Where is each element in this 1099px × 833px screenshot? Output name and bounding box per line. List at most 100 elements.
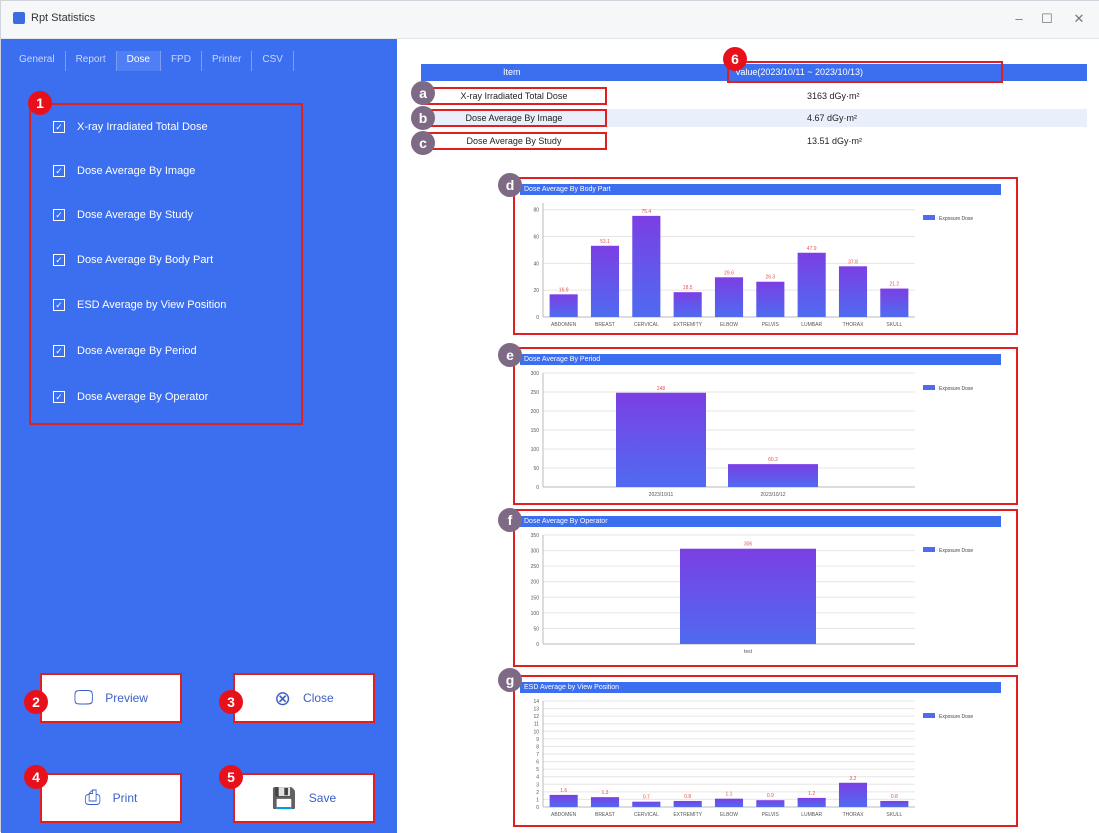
legend-swatch (923, 547, 935, 552)
callout-badge-4: 4 (24, 765, 48, 789)
x-tick-label: SKULL (886, 322, 902, 328)
preview-button[interactable]: 🖵 Preview (40, 673, 182, 723)
y-tick-label: 3 (536, 782, 539, 788)
minimize-button[interactable]: – (1009, 10, 1029, 28)
y-tick-label: 14 (533, 699, 539, 705)
checkbox-checked-icon[interactable]: ✓ (53, 254, 65, 266)
monitor-icon: 🖵 (74, 686, 94, 709)
data-label: 1.1 (726, 792, 733, 798)
x-tick-label: BREAST (595, 322, 615, 328)
app-icon (13, 12, 25, 24)
y-tick-label: 20 (533, 288, 539, 294)
option-label: Dose Average By Period (77, 345, 197, 357)
tab-general[interactable]: General (9, 51, 66, 71)
option-label: ESD Average by View Position (77, 299, 227, 311)
row-label: Dose Average By Image (421, 109, 607, 127)
data-label: 0.8 (891, 794, 898, 800)
bar (797, 252, 826, 317)
bar (673, 292, 702, 317)
callout-badge-3: 3 (219, 690, 243, 714)
data-label: 0.7 (643, 795, 650, 801)
y-tick-label: 150 (531, 595, 540, 601)
value-header-highlight (727, 61, 1003, 83)
print-button[interactable]: ⎙ Print (40, 773, 182, 823)
bar (616, 392, 706, 487)
tab-report[interactable]: Report (66, 51, 117, 71)
data-label: 21.2 (889, 282, 899, 288)
data-label: 75.4 (641, 209, 651, 215)
option-dose-by-study[interactable]: ✓ Dose Average By Study (53, 209, 193, 221)
callout-badge-1: 1 (28, 91, 52, 115)
y-tick-label: 0 (536, 642, 539, 648)
data-label: 29.6 (724, 270, 734, 276)
y-tick-label: 0 (536, 805, 539, 811)
y-tick-label: 40 (533, 261, 539, 267)
y-tick-label: 250 (531, 390, 540, 396)
floppy-disk-icon: 💾 (271, 787, 297, 810)
callout-badge-f: f (498, 508, 522, 532)
bar (680, 548, 816, 644)
tab-printer[interactable]: Printer (202, 51, 253, 71)
bar (590, 245, 620, 317)
bar (880, 800, 909, 807)
callout-badge-d: d (498, 173, 522, 197)
x-tick-label: CERVICAL (634, 812, 659, 818)
option-dose-by-operator[interactable]: ✓ Dose Average By Operator (53, 391, 208, 403)
option-label: Dose Average By Study (77, 209, 193, 221)
y-tick-label: 200 (531, 580, 540, 586)
x-tick-label: ABDOMEN (551, 812, 577, 818)
save-label: Save (308, 791, 337, 805)
option-total-dose[interactable]: ✓ X-ray Irradiated Total Dose (53, 121, 208, 133)
legend-swatch (923, 385, 935, 390)
legend-swatch (923, 215, 935, 220)
chart-dose-by-period: Dose Average By Period 0 50 100 150 200 250 30… (513, 347, 1018, 505)
data-label: 16.9 (559, 287, 569, 293)
bar (880, 288, 909, 317)
checkbox-checked-icon[interactable]: ✓ (53, 299, 65, 311)
close-button[interactable]: ⊗ Close (233, 673, 375, 723)
tab-fpd[interactable]: FPD (161, 51, 202, 71)
y-tick-label: 5 (536, 767, 539, 773)
callout-badge-g: g (498, 668, 522, 692)
y-tick-label: 6 (536, 760, 539, 766)
bar (838, 782, 868, 807)
application-window: Rpt Statistics – ☐ ✕ General Report Dose… (0, 0, 1099, 833)
legend-label: Exposure Dose (939, 216, 973, 222)
x-tick-label: LUMBAR (801, 812, 822, 818)
chart-svg: 0 50 100 150 200 250 300 350 306 test Exposure Dos… (531, 533, 974, 655)
tab-dose[interactable]: Dose (116, 51, 161, 71)
checkbox-checked-icon[interactable]: ✓ (53, 209, 65, 221)
checkbox-checked-icon[interactable]: ✓ (53, 345, 65, 357)
option-dose-by-period[interactable]: ✓ Dose Average By Period (53, 345, 197, 357)
data-label: 248 (657, 386, 666, 392)
option-dose-by-body-part[interactable]: ✓ Dose Average By Body Part (53, 254, 213, 266)
option-esd-by-view-position[interactable]: ✓ ESD Average by View Position (53, 299, 226, 311)
checkbox-checked-icon[interactable]: ✓ (53, 121, 65, 133)
chart-svg: 0 50 100 150 200 250 300 248 2023/10/11 60.2 2023/… (531, 371, 974, 498)
bar (632, 215, 661, 317)
x-tick-label: ELBOW (720, 322, 738, 328)
row-label: Dose Average By Study (421, 132, 607, 150)
y-tick-label: 250 (531, 564, 540, 570)
data-label: 26.3 (765, 275, 775, 281)
option-label: X-ray Irradiated Total Dose (77, 121, 208, 133)
checkbox-checked-icon[interactable]: ✓ (53, 165, 65, 177)
close-window-button[interactable]: ✕ (1069, 10, 1089, 28)
checkbox-checked-icon[interactable]: ✓ (53, 391, 65, 403)
y-tick-label: 9 (536, 737, 539, 743)
x-tick-label: LUMBAR (801, 322, 822, 328)
data-label: 0.9 (767, 793, 774, 799)
chart-dose-by-body-part: Dose Average By Body Part 0 20 40 60 80 16.9 A… (513, 177, 1018, 335)
save-button[interactable]: 💾 Save (233, 773, 375, 823)
row-value: 13.51 dGy·m² (807, 136, 863, 146)
bar (714, 798, 744, 807)
callout-badge-a: a (411, 81, 435, 105)
bar (838, 266, 868, 317)
x-tick-label: PELVIS (762, 322, 780, 328)
data-label: 0.8 (684, 794, 691, 800)
data-label: 53.1 (600, 239, 610, 245)
tab-csv[interactable]: CSV (252, 51, 294, 71)
option-dose-by-image[interactable]: ✓ Dose Average By Image (53, 165, 195, 177)
x-tick-label: BREAST (595, 812, 615, 818)
maximize-button[interactable]: ☐ (1037, 10, 1057, 28)
